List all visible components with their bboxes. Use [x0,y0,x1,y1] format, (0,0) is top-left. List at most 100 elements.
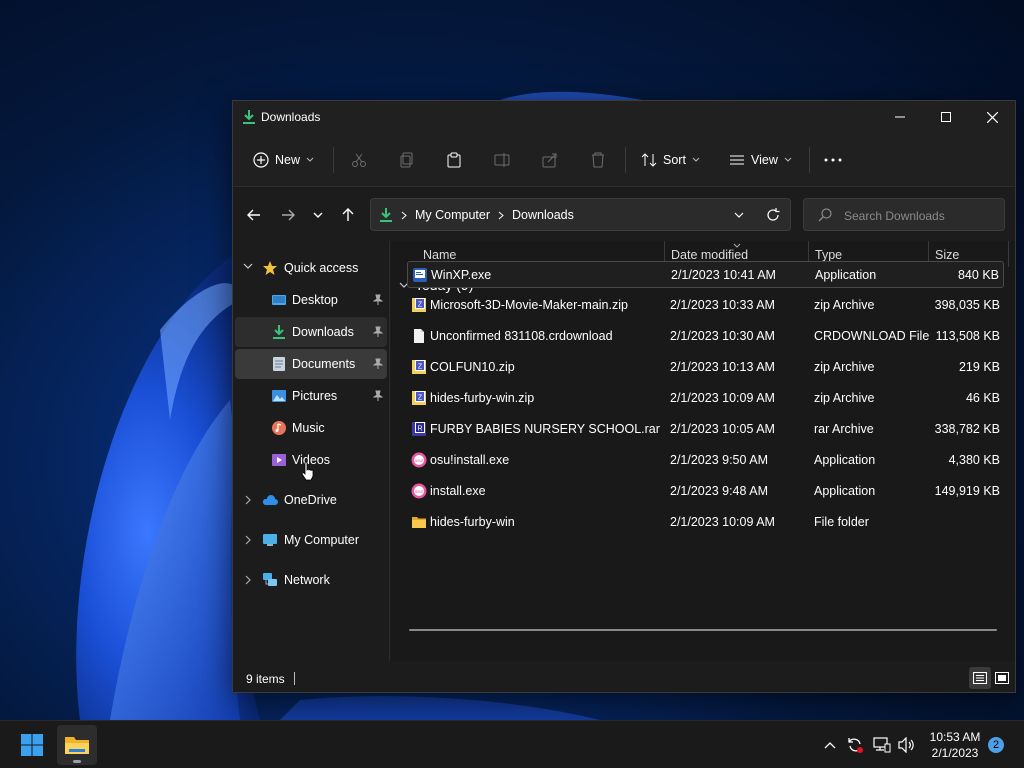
network-monitor-icon [873,737,891,753]
pin-icon[interactable] [373,294,383,306]
more-options-button[interactable] [824,147,842,173]
pin-icon[interactable] [373,390,383,402]
pin-icon[interactable] [373,326,383,338]
clock-time: 10:53 AM [929,730,981,744]
address-bar[interactable]: My Computer Downloads [370,198,791,231]
network-status-button[interactable] [872,735,892,755]
zip-icon: Z [412,360,426,374]
file-size: 840 KB [957,268,999,282]
sidebar-item-label: Documents [292,357,356,371]
sidebar-item-downloads[interactable]: Downloads [235,317,387,347]
forward-button[interactable] [278,205,298,225]
svg-text:Z: Z [418,302,423,309]
table-row[interactable]: Zhides-furby-win.zip 2/1/2023 10:09 AM zip… [407,385,1004,412]
table-row[interactable]: Z Microsoft-3D-Movie-Maker-main.zip 2/1/20… [407,292,1004,319]
copy-button[interactable] [399,147,415,173]
file-type: Application [815,268,877,282]
sidebar-item-my-computer[interactable]: My Computer [235,525,387,555]
taskbar-file-explorer[interactable] [57,725,97,765]
column-header-date[interactable]: Date modified [671,248,748,262]
sidebar-item-documents[interactable]: Documents [235,349,387,379]
back-button[interactable] [244,205,264,225]
file-date-modified: 2/1/2023 10:30 AM [670,329,775,343]
sidebar-item-label: Music [292,421,325,435]
plus-circle-icon [253,152,269,168]
column-header-size[interactable]: Size [935,248,959,262]
exe-icon [413,268,427,282]
chevron-right-icon[interactable] [245,535,252,545]
rename-button[interactable] [494,147,510,173]
chevron-down-icon [784,157,792,162]
svg-text:Z: Z [418,395,423,402]
column-separator[interactable] [1008,241,1009,267]
tiles-view-icon [995,672,1009,684]
file-name: FURBY BABIES NURSERY SCHOOL.rar [430,422,660,436]
sidebar-item-pictures[interactable]: Pictures [235,381,387,411]
sidebar-item-quick-access[interactable]: Quick access [235,253,387,283]
table-row[interactable]: osu! osu!install.exe 2/1/2023 9:50 AM Appli… [407,447,1004,474]
volume-button[interactable] [897,735,917,755]
title-bar[interactable]: Downloads [233,101,1015,133]
column-header-type[interactable]: Type [815,248,842,262]
chevron-right-icon [401,211,407,219]
clock[interactable]: 10:53 AM 2/1/2023 [922,729,988,761]
notification-badge[interactable]: 2 [988,737,1004,753]
chevron-right-icon[interactable] [245,495,252,505]
sidebar-item-onedrive[interactable]: OneDrive [235,485,387,515]
search-box[interactable]: Search Downloads [803,198,1005,231]
column-header-name[interactable]: Name [423,248,456,262]
paste-button[interactable] [446,147,462,173]
chevron-right-icon [498,211,504,219]
folder-icon [412,517,426,528]
share-button[interactable] [542,147,558,173]
tiles-view-button[interactable] [991,667,1013,689]
details-view-button[interactable] [969,667,991,689]
clock-date: 2/1/2023 [931,746,979,760]
chevron-down-icon [313,212,323,218]
view-button[interactable]: View [729,147,792,173]
sidebar-item-label: Network [284,573,330,587]
view-label: View [751,153,778,167]
minimize-button[interactable] [877,101,923,133]
chevron-down-icon[interactable] [734,212,744,219]
arrow-left-icon [247,209,260,221]
window-title: Downloads [261,110,321,124]
close-button[interactable] [969,101,1015,133]
cut-button[interactable] [351,147,367,173]
refresh-icon[interactable] [766,208,780,222]
file-icon [414,329,424,343]
file-date-modified: 2/1/2023 10:05 AM [670,422,775,436]
chevron-down-icon[interactable] [243,263,253,270]
search-icon [818,208,832,222]
more-icon [824,158,842,162]
sidebar-item-desktop[interactable]: Desktop [235,285,387,315]
pin-icon[interactable] [373,358,383,370]
sort-button[interactable]: Sort [641,147,700,173]
sidebar-item-music[interactable]: Music [235,413,387,443]
recent-locations-button[interactable] [308,205,328,225]
up-button[interactable] [338,205,358,225]
start-button[interactable] [12,725,52,765]
file-name: osu!install.exe [430,453,510,467]
table-row[interactable]: WinXP.exe 2/1/2023 10:41 AM Application 840… [407,261,1004,288]
breadcrumb-my-computer[interactable]: My Computer [415,208,490,222]
delete-button[interactable] [590,147,606,173]
table-row[interactable]: hides-furby-win 2/1/2023 10:09 AM File fol… [407,509,1004,536]
table-row[interactable]: Unconfirmed 831108.crdownload 2/1/2023 10… [407,323,1004,350]
breadcrumb-downloads[interactable]: Downloads [512,208,574,222]
osu-icon: osu! [411,483,427,499]
maximize-button[interactable] [923,101,969,133]
table-row[interactable]: osu! install.exe 2/1/2023 9:48 AM Applicati… [407,478,1004,505]
chevron-right-icon[interactable] [245,575,252,585]
table-row[interactable]: R FURBY BABIES NURSERY SCHOOL.rar 2/1/2023… [407,416,1004,443]
horizontal-scrollbar[interactable] [409,629,997,631]
sync-status-button[interactable] [845,735,865,755]
scissors-icon [352,153,366,167]
file-size: 4,380 KB [948,453,1000,467]
chevron-up-icon [824,742,836,749]
new-button[interactable]: New [253,147,314,173]
show-hidden-icons-button[interactable] [820,735,840,755]
table-row[interactable]: Z COLFUN10.zip 2/1/2023 10:13 AM zip Archiv… [407,354,1004,381]
file-date-modified: 2/1/2023 10:41 AM [671,268,776,282]
sidebar-item-network[interactable]: Network [235,565,387,595]
